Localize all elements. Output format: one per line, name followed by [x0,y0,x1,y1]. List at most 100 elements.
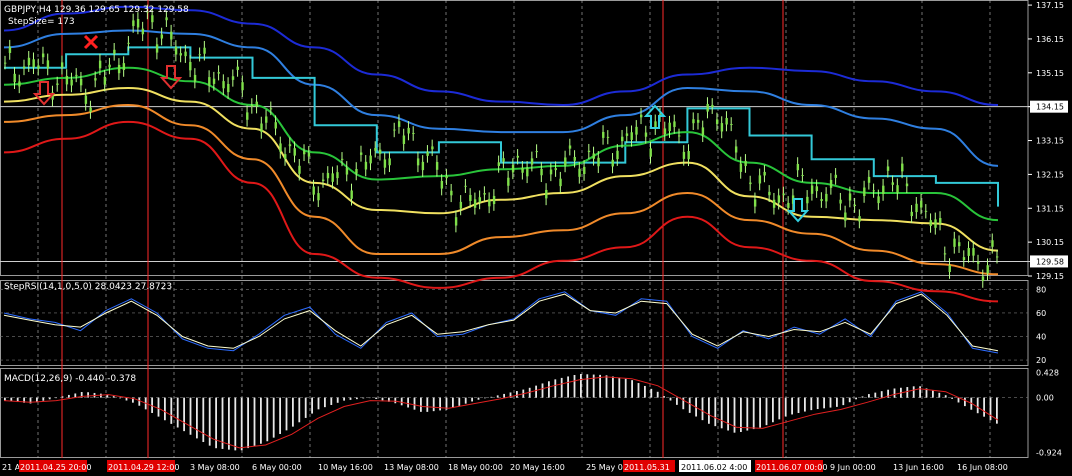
candle-body [939,218,942,224]
candle-body [815,186,819,192]
candle-body [559,178,562,187]
macd-bar [912,386,915,398]
candle-body [896,185,899,193]
macd-bar [381,397,384,401]
price-tick-label: 133.15 [1036,137,1064,146]
macd-bar [432,397,435,412]
macd-bar [42,397,45,401]
candle-body [364,161,368,170]
macd-bar [663,396,665,398]
rsi-tick-label: 40 [1036,333,1046,342]
time-marker-label: 2011.04.25 20:00 [20,463,91,472]
candle-body [573,156,576,161]
candle-body [241,82,244,91]
macd-bar [304,397,307,418]
candle-body [507,177,510,186]
candle-body [696,119,700,123]
macd-bar [503,393,505,398]
macd-bar [324,397,326,408]
macd-bar [637,383,640,398]
time-marker-label: 2011.04.29 12:00 [108,463,179,472]
macd-bar [964,397,966,407]
macd-bar [240,397,243,451]
candle-body [260,123,263,132]
macd-bar [464,397,467,404]
macd-bar [176,397,179,428]
macd-bar [836,397,838,407]
candle-body [810,185,814,194]
macd-bar [586,374,589,398]
candle-body [288,144,292,147]
candle-body [46,60,50,69]
time-marker-label: 2011.06.07 00:00 [756,463,827,472]
candle-body [388,158,391,166]
candle-body [967,247,970,256]
candle-body [312,186,315,195]
macd-bar [976,397,979,414]
macd-bar [880,391,883,398]
candle-body [758,175,762,184]
candle-body [32,59,35,68]
macd-tick-label: 0.428 [1036,368,1059,377]
macd-bar [701,397,704,421]
candle-body [516,155,520,158]
candle-body [122,63,126,70]
price-tick-label: 129.15 [1036,272,1064,281]
candle-body [564,157,567,166]
candle-body [421,161,425,171]
macd-bar [420,397,422,412]
candle-body [924,210,928,212]
candle-body [179,53,183,56]
candle-body [203,47,206,54]
macd-bar [720,397,723,429]
macd-bar [439,397,441,411]
candle-body [279,143,282,152]
macd-bar [343,397,345,401]
price-tick-label: 130.15 [1036,238,1064,247]
macd-bar [772,397,774,423]
macd-tick-label: -0.924 [1036,448,1062,457]
rsi-tick-label: 80 [1036,285,1046,294]
candle-body [412,132,415,134]
candle-body [996,256,999,258]
candle-body [402,135,406,144]
candle-body [668,122,671,132]
candle-body [687,151,690,160]
macd-bar [407,397,409,408]
macd-bar [541,383,544,398]
candle-body [682,151,686,159]
candle-body [222,81,225,89]
time-label: 18 May 00:00 [448,463,503,472]
candle-body [863,187,866,196]
candle-body [345,167,349,175]
candle-body [483,193,486,195]
candle-body [255,101,258,107]
candle-body [127,42,130,44]
time-label: 13 Jun 16:00 [893,463,944,472]
macd-bar [669,397,672,401]
macd-bar [272,397,275,438]
rsi-tick-label: 60 [1036,309,1046,318]
trading-chart: 137.15 136.15 135.15 134.15 133.15 132.15 131.… [0,0,1072,476]
candle-body [113,49,116,54]
macd-title: MACD(12,26,9) -0.440 -0.378 [4,374,136,384]
macd-bar [48,397,51,400]
candle-body [445,175,448,179]
macd-bar [989,397,992,421]
macd-bar [759,397,761,428]
macd-bar [650,388,653,398]
time-label: 6 May 00:00 [252,463,302,472]
candle-body [972,248,975,256]
candle-body [359,152,363,155]
time-label: 20 May 16:00 [510,463,565,472]
candle-body [37,65,40,69]
candle-body [625,133,629,136]
candle-body [834,174,838,178]
macd-bar [458,397,461,406]
candle-body [84,95,88,104]
candle-body [236,66,239,70]
macd-bar [829,397,832,408]
macd-bar [247,397,249,449]
macd-bar [138,397,141,406]
time-label: 16 Jun 08:00 [957,463,1008,472]
